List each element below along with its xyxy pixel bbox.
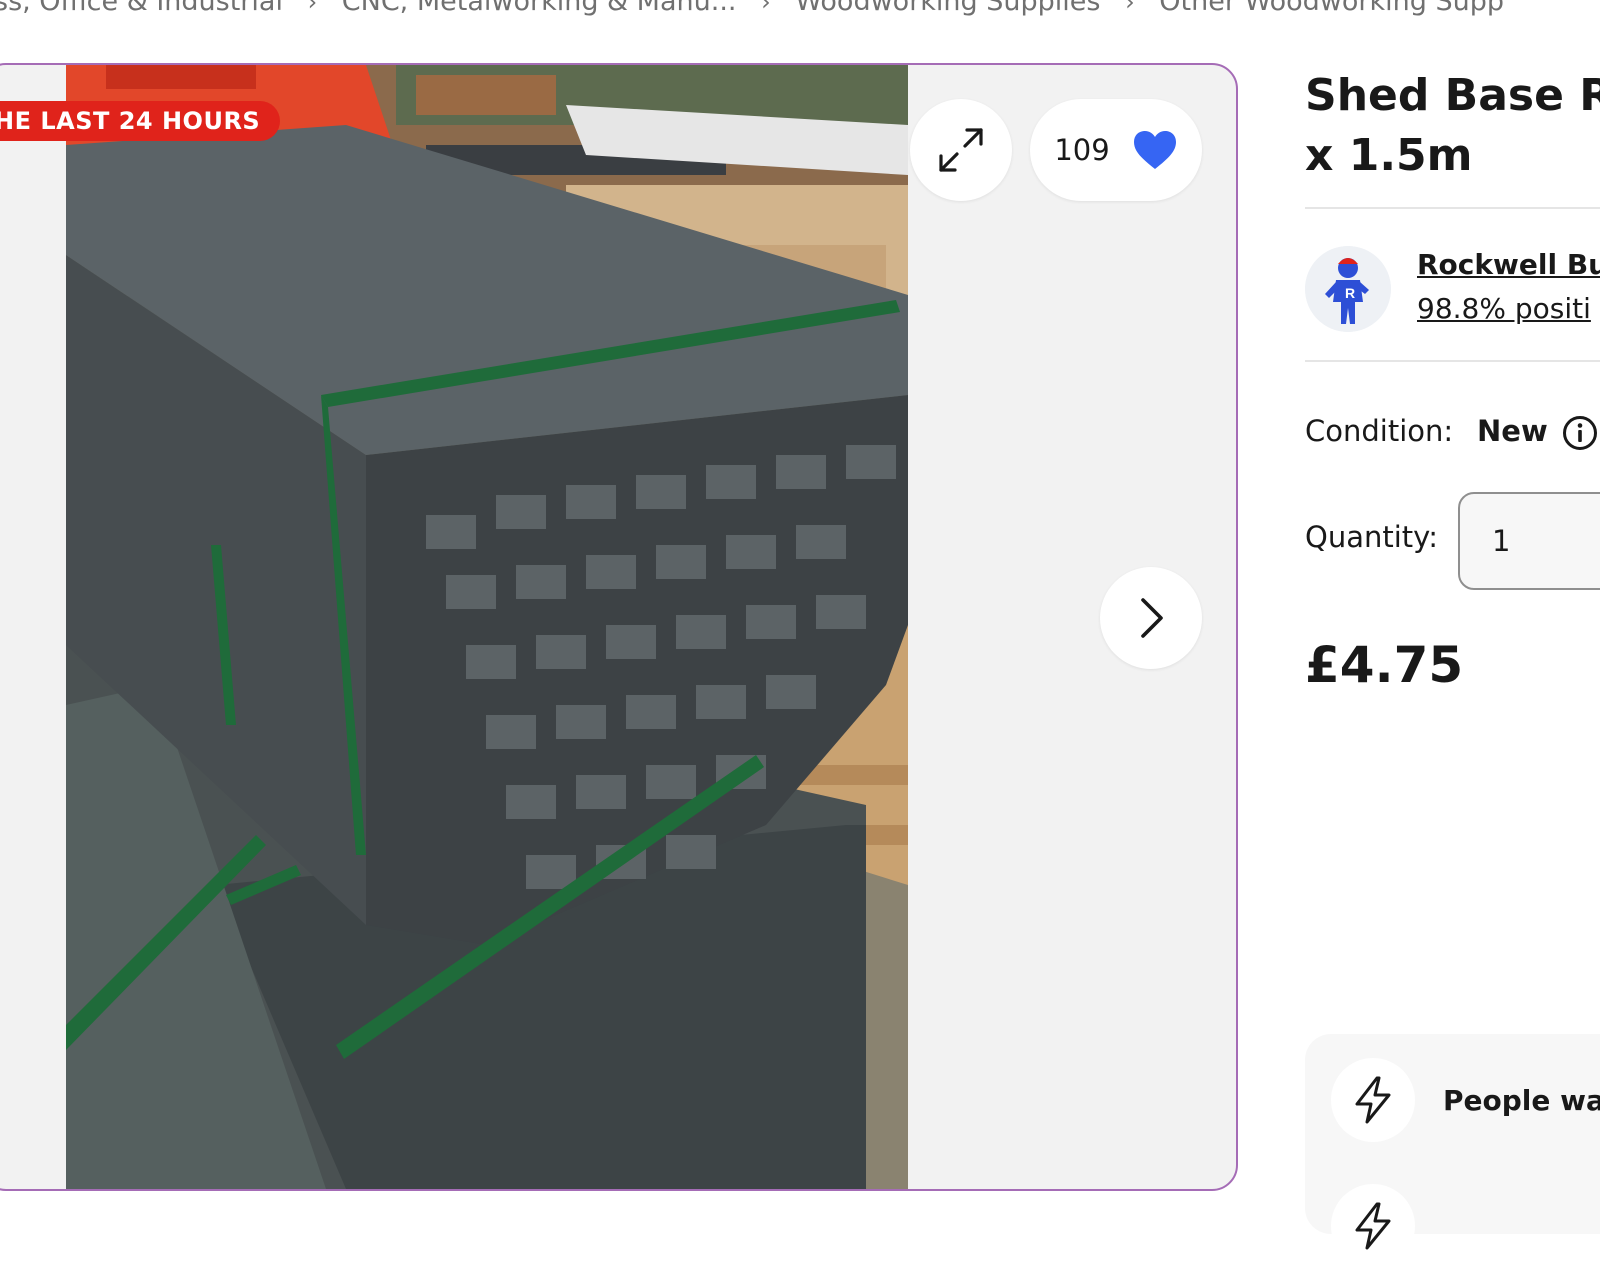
- seller-feedback-link[interactable]: 98.8% positi: [1417, 292, 1591, 325]
- breadcrumb-link[interactable]: CNC, Metalworking & Manu...: [342, 0, 737, 17]
- item-title: Shed Base Ro x 1.5m: [1305, 70, 1600, 181]
- product-photo[interactable]: [66, 65, 908, 1189]
- promo-card: People war: [1305, 1034, 1600, 1268]
- seller-avatar[interactable]: R: [1305, 246, 1391, 332]
- expand-button[interactable]: [910, 99, 1012, 201]
- watch-button[interactable]: 109: [1030, 99, 1202, 201]
- deal-badge: HE LAST 24 HOURS: [0, 101, 281, 141]
- watchers-count: 109: [1054, 133, 1110, 167]
- heart-icon: [1133, 131, 1176, 169]
- chevron-right-icon: ›: [761, 0, 771, 16]
- breadcrumb-link[interactable]: Other Woodworking Supp: [1159, 0, 1504, 17]
- image-gallery: HE LAST 24 HOURS 109: [0, 63, 1238, 1191]
- promo-icon-wrap: [1331, 1184, 1415, 1268]
- breadcrumb-link[interactable]: Woodworking Supplies: [795, 0, 1100, 17]
- product-photo-illustration: [66, 65, 908, 1189]
- seller-logo-icon: R: [1305, 246, 1391, 332]
- next-image-button[interactable]: [1100, 567, 1202, 669]
- lightning-icon: [1355, 1076, 1391, 1124]
- condition-value: New: [1477, 414, 1548, 448]
- svg-text:R: R: [1345, 285, 1355, 301]
- quantity-input[interactable]: [1458, 492, 1600, 590]
- promo-icon-wrap: [1331, 1058, 1415, 1142]
- price: £4.75: [1305, 636, 1464, 694]
- info-icon[interactable]: [1562, 415, 1598, 451]
- chevron-right-icon: [1141, 598, 1163, 638]
- expand-icon: [939, 128, 983, 172]
- divider: [1305, 360, 1600, 362]
- chevron-right-icon: ›: [307, 0, 318, 16]
- condition-label: Condition:: [1305, 414, 1454, 448]
- breadcrumb: ss, Office & Industrial › CNC, Metalwork…: [0, 0, 1504, 17]
- promo-text: People war: [1443, 1084, 1600, 1117]
- lightning-icon: [1355, 1202, 1391, 1250]
- divider: [1305, 207, 1600, 209]
- chevron-right-icon: ›: [1125, 0, 1135, 16]
- seller-name-link[interactable]: Rockwell Bui: [1417, 248, 1600, 281]
- breadcrumb-link[interactable]: ss, Office & Industrial: [0, 0, 283, 17]
- quantity-label: Quantity:: [1305, 520, 1438, 554]
